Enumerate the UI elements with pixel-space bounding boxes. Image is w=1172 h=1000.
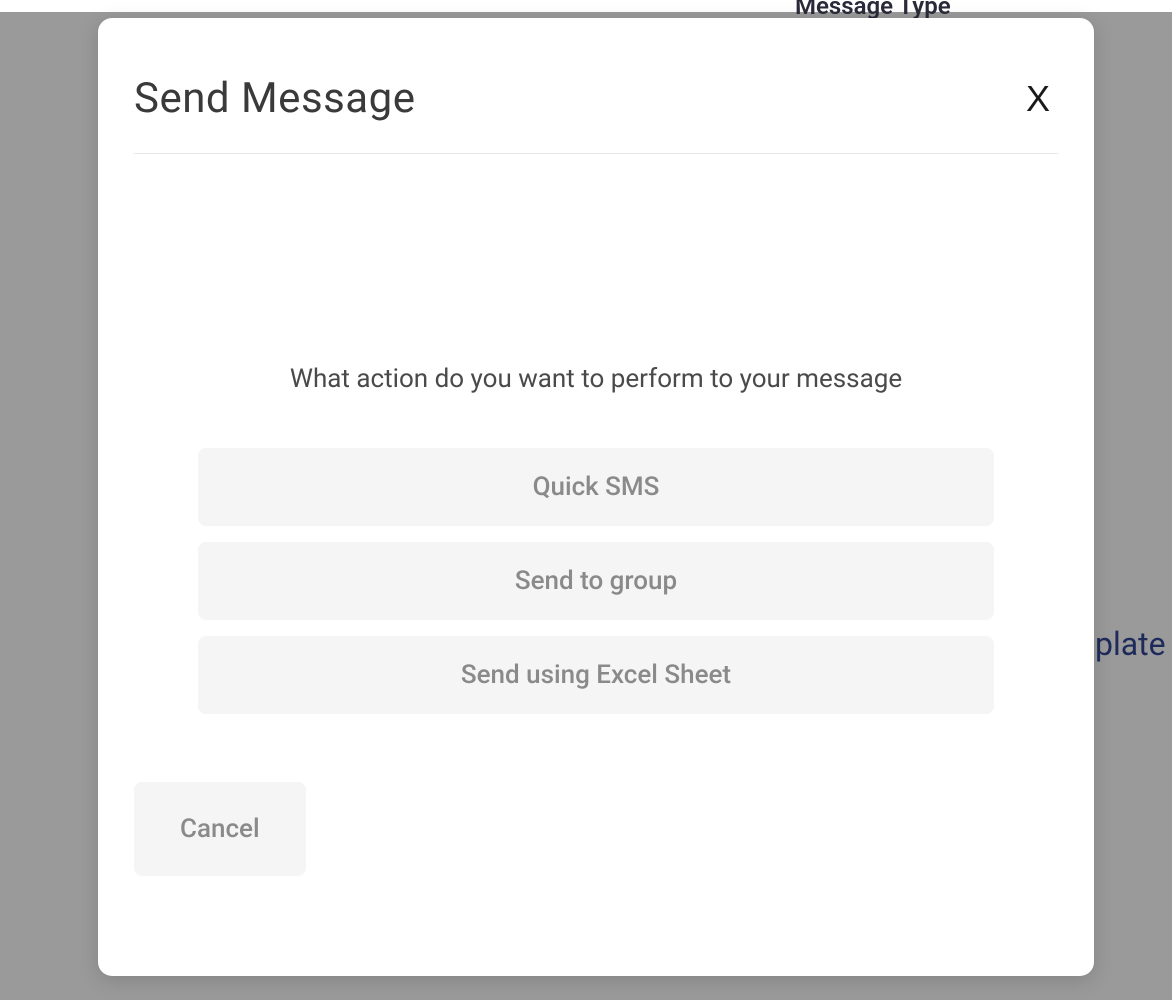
send-using-excel-button[interactable]: Send using Excel Sheet [198, 636, 994, 714]
modal-title: Send Message [134, 74, 416, 123]
modal-body: What action do you want to perform to yo… [98, 184, 1094, 714]
background-template-text-fragment: plate [1095, 625, 1166, 663]
background-message-type-label: Message Type [795, 0, 951, 20]
quick-sms-button[interactable]: Quick SMS [198, 448, 994, 526]
background-header-strip [0, 0, 1172, 12]
close-icon[interactable]: X [1018, 81, 1058, 117]
send-message-modal: Send Message X What action do you want t… [98, 18, 1094, 976]
cancel-button[interactable]: Cancel [134, 782, 306, 876]
modal-header-inner: Send Message X [134, 74, 1058, 154]
modal-prompt-text: What action do you want to perform to yo… [198, 364, 994, 394]
modal-footer: Cancel [134, 782, 306, 876]
send-to-group-button[interactable]: Send to group [198, 542, 994, 620]
modal-header: Send Message X [98, 18, 1094, 184]
